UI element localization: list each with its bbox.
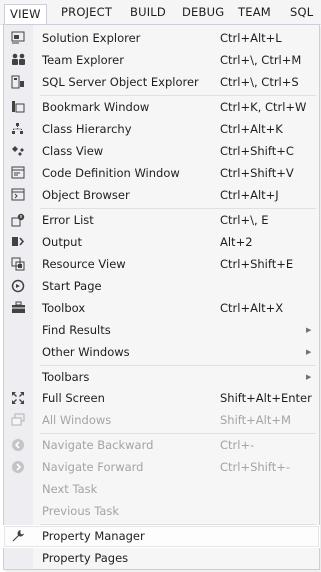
menu-item-other-windows[interactable]: Other Windows ▶ [4, 342, 319, 363]
menu-item-label: Team Explorer [42, 53, 124, 67]
class-view-icon [10, 144, 26, 159]
menu-debug[interactable]: DEBUG [177, 3, 229, 21]
menu-item-resource-view[interactable]: Resource View Ctrl+Shift+E [4, 254, 319, 275]
menu-item-shortcut: Ctrl+Shift+V [220, 166, 294, 180]
object-browser-icon [10, 188, 26, 203]
menu-item-label: Previous Task [42, 504, 120, 518]
menu-item-label: Find Results [42, 323, 111, 337]
view-menu-dropdown: Solution Explorer Ctrl+Alt+L Team Explor… [3, 24, 320, 570]
navigate-backward-icon [10, 438, 26, 453]
menu-item-find-results[interactable]: Find Results ▶ [4, 320, 319, 341]
menu-item-shortcut: Ctrl+Alt+K [220, 122, 283, 136]
all-windows-icon [10, 413, 26, 428]
menu-sql[interactable]: SQL [285, 3, 318, 21]
menu-item-label: Toolbars [42, 370, 90, 384]
menu-view[interactable]: VIEW [4, 4, 47, 25]
menu-item-shortcut: Ctrl+\, E [220, 213, 269, 227]
menu-item-label: Other Windows [42, 345, 130, 359]
sql-server-object-explorer-icon [10, 75, 26, 90]
menu-separator [40, 365, 316, 366]
submenu-arrow-icon: ▶ [306, 326, 312, 334]
solution-explorer-icon [10, 31, 26, 46]
menu-item-label: Solution Explorer [42, 31, 141, 45]
menu-item-property-pages[interactable]: Property Pages [4, 548, 319, 569]
menu-item-error-list[interactable]: Error List Ctrl+\, E [4, 210, 319, 231]
menu-item-label: Navigate Backward [42, 438, 154, 452]
menu-item-shortcut: Shift+Alt+Enter [220, 391, 312, 405]
team-explorer-icon [10, 53, 26, 68]
menu-item-toolbars[interactable]: Toolbars ▶ [4, 367, 319, 388]
menu-item-shortcut: Alt+2 [220, 235, 253, 249]
menu-item-label: Toolbox [42, 301, 86, 315]
menu-separator [40, 524, 316, 525]
menu-item-shortcut: Shift+Alt+M [220, 413, 291, 427]
menu-item-object-browser[interactable]: Object Browser Ctrl+Alt+J [4, 185, 319, 206]
menu-item-class-view[interactable]: Class View Ctrl+Shift+C [4, 141, 319, 162]
menu-item-label: Resource View [42, 257, 126, 271]
menu-item-property-manager[interactable]: Property Manager [3, 525, 320, 548]
menu-item-team-explorer[interactable]: Team Explorer Ctrl+\, Ctrl+M [4, 50, 319, 71]
toolbox-icon [10, 301, 26, 316]
start-page-icon [10, 279, 26, 294]
menu-item-shortcut: Ctrl+Shift+C [220, 144, 294, 158]
bookmark-window-icon [10, 100, 26, 115]
menu-project[interactable]: PROJECT [56, 3, 117, 21]
menu-item-label: Output [42, 235, 82, 249]
menu-item-navigate-backward[interactable]: Navigate Backward Ctrl+- [4, 435, 319, 456]
menu-separator [40, 208, 316, 209]
menu-separator [40, 433, 316, 434]
menu-item-shortcut: Ctrl+Alt+X [220, 301, 284, 315]
error-list-icon [10, 213, 26, 228]
menu-item-label: All Windows [42, 413, 112, 427]
menu-item-label: Property Manager [42, 529, 145, 543]
menu-item-navigate-forward[interactable]: Navigate Forward Ctrl+Shift+- [4, 457, 319, 478]
menu-item-label: Bookmark Window [42, 100, 150, 114]
menu-item-shortcut: Ctrl+Alt+J [220, 188, 279, 202]
menu-item-previous-task[interactable]: Previous Task [4, 501, 319, 522]
menu-item-shortcut: Ctrl+Shift+E [220, 257, 294, 271]
menu-item-label: Start Page [42, 279, 102, 293]
menu-item-label: Navigate Forward [42, 460, 144, 474]
menu-item-label: SQL Server Object Explorer [42, 75, 199, 89]
resource-view-icon [10, 257, 26, 272]
wrench-icon [10, 529, 26, 544]
full-screen-icon [10, 391, 26, 406]
menu-item-class-hierarchy[interactable]: Class Hierarchy Ctrl+Alt+K [4, 119, 319, 140]
menu-separator [40, 95, 316, 96]
menu-item-label: Full Screen [42, 391, 105, 405]
menu-item-output[interactable]: Output Alt+2 [4, 232, 319, 253]
menu-item-label: Next Task [42, 482, 98, 496]
menu-item-label: Property Pages [42, 551, 129, 565]
menu-item-shortcut: Ctrl+\, Ctrl+S [220, 75, 299, 89]
menu-item-toolbox[interactable]: Toolbox Ctrl+Alt+X [4, 298, 319, 319]
menu-build[interactable]: BUILD [125, 3, 171, 21]
menu-item-all-windows[interactable]: All Windows Shift+Alt+M [4, 410, 319, 431]
output-icon [10, 235, 26, 250]
menu-bar: VIEW PROJECT BUILD DEBUG TEAM SQL [0, 0, 321, 25]
menu-item-full-screen[interactable]: Full Screen Shift+Alt+Enter [4, 388, 319, 409]
code-definition-window-icon [10, 166, 26, 181]
menu-item-shortcut: Ctrl+- [220, 438, 255, 452]
menu-item-shortcut: Ctrl+\, Ctrl+M [220, 53, 302, 67]
submenu-arrow-icon: ▶ [306, 348, 312, 356]
menu-item-label: Class View [42, 144, 104, 158]
menu-item-shortcut: Ctrl+Shift+- [220, 460, 291, 474]
menu-item-sql-server-object-explorer[interactable]: SQL Server Object Explorer Ctrl+\, Ctrl+… [4, 72, 319, 93]
navigate-forward-icon [10, 460, 26, 475]
menu-item-label: Error List [42, 213, 94, 227]
menu-item-bookmark-window[interactable]: Bookmark Window Ctrl+K, Ctrl+W [4, 97, 319, 118]
menu-item-shortcut: Ctrl+K, Ctrl+W [220, 100, 307, 114]
menu-team[interactable]: TEAM [233, 3, 276, 21]
menu-item-label: Object Browser [42, 188, 130, 202]
class-hierarchy-icon [10, 122, 26, 137]
menu-item-label: Code Definition Window [42, 166, 180, 180]
menu-item-code-definition-window[interactable]: Code Definition Window Ctrl+Shift+V [4, 163, 319, 184]
menu-item-shortcut: Ctrl+Alt+L [220, 31, 282, 45]
menu-item-label: Class Hierarchy [42, 122, 132, 136]
submenu-arrow-icon: ▶ [306, 373, 312, 381]
menu-item-start-page[interactable]: Start Page [4, 276, 319, 297]
menu-item-solution-explorer[interactable]: Solution Explorer Ctrl+Alt+L [4, 28, 319, 49]
menu-item-next-task[interactable]: Next Task [4, 479, 319, 500]
